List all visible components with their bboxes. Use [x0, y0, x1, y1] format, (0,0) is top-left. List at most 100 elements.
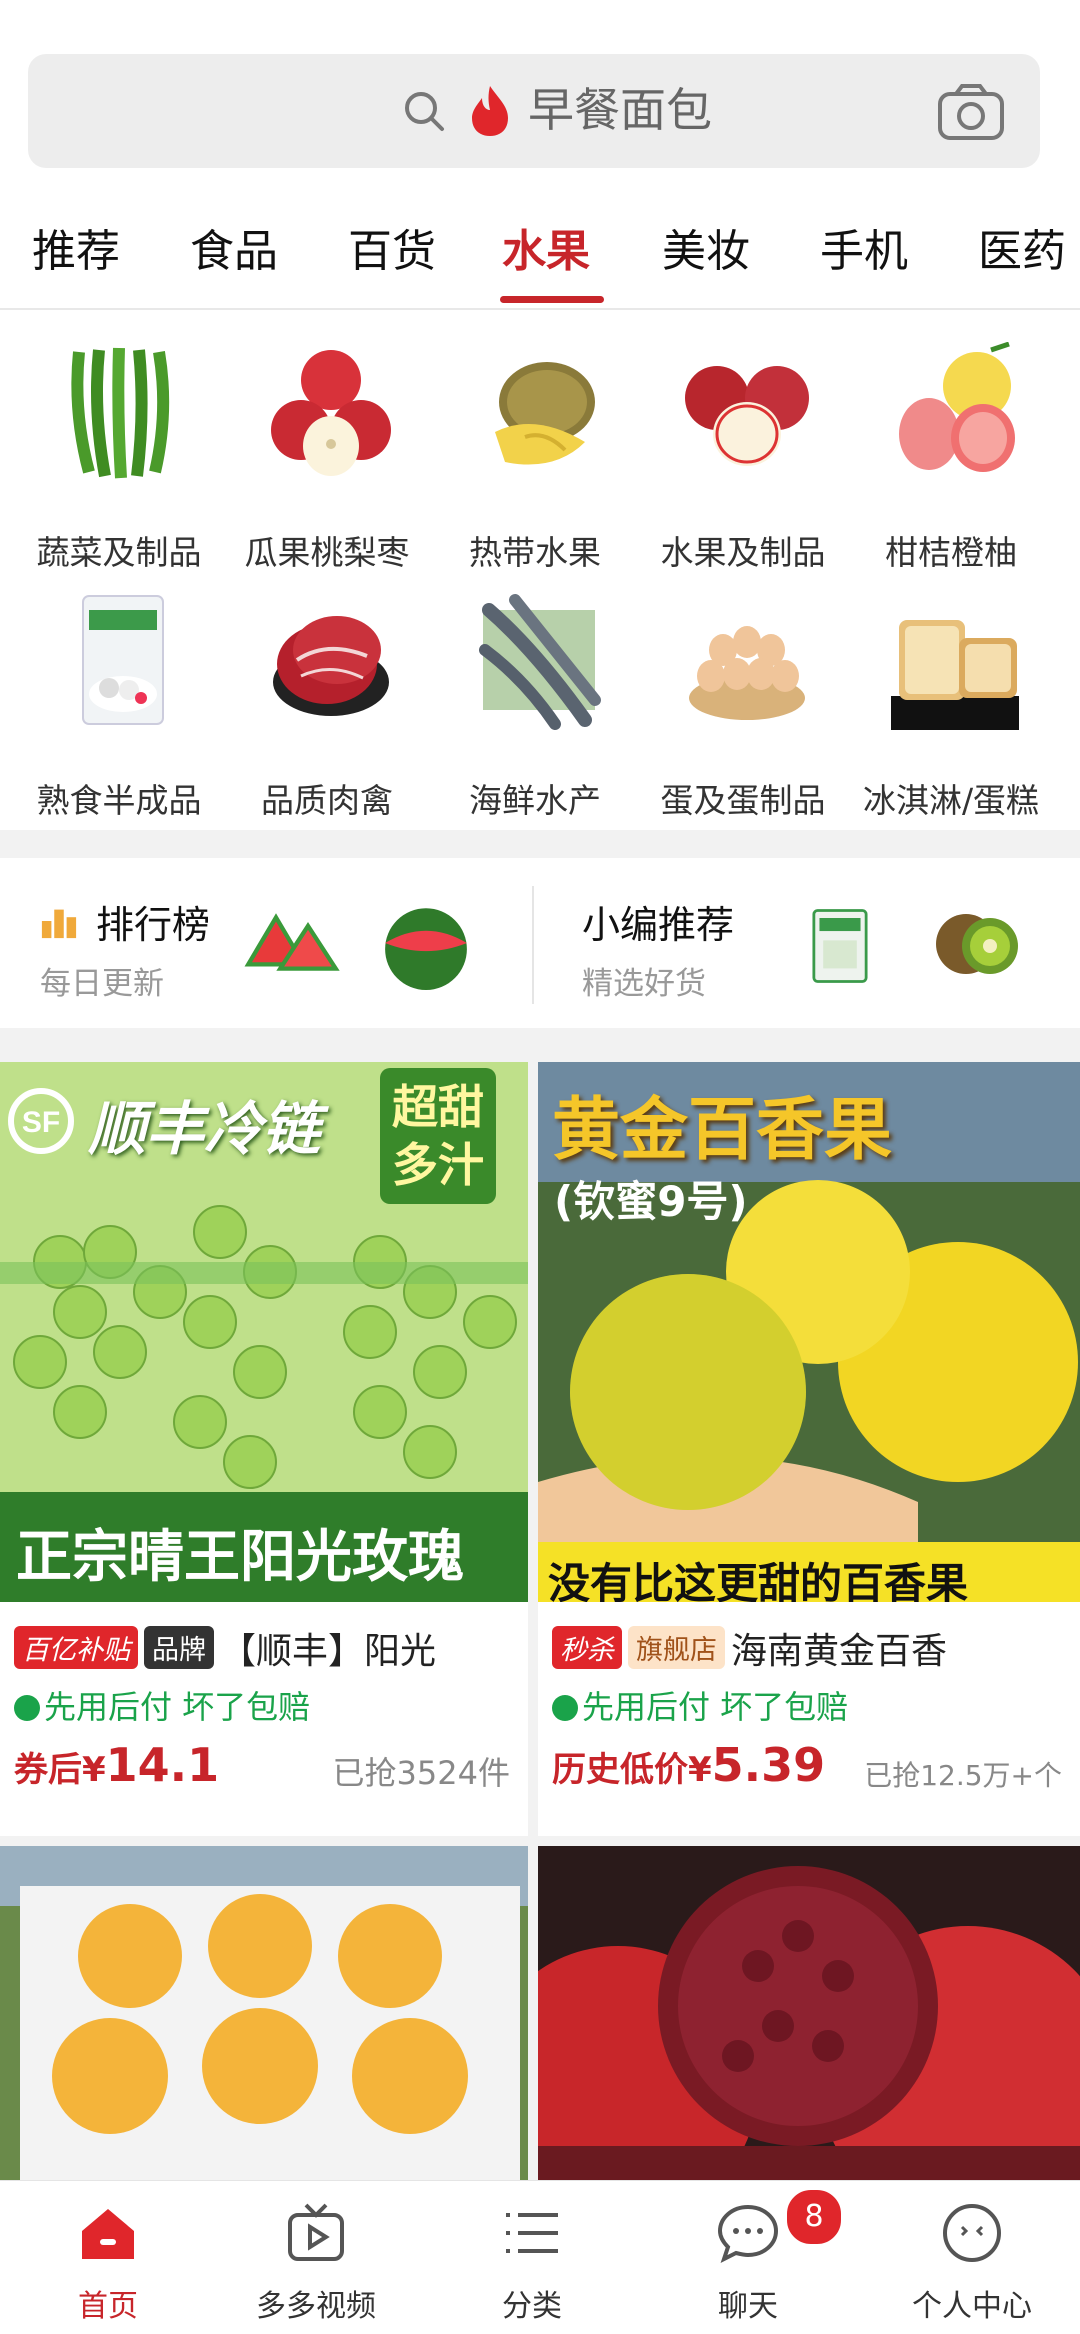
watermelon-slices-image: [244, 913, 340, 971]
category-item[interactable]: 海鲜水产: [430, 578, 640, 820]
product-meta: 先用后付 坏了包赔: [14, 1682, 310, 1728]
bread-icon: [891, 620, 1019, 730]
pomelo-icon: [899, 342, 1015, 472]
nav-home[interactable]: 首页: [0, 2181, 216, 2334]
tab-phone[interactable]: 手机: [820, 222, 908, 282]
beef-slice-icon: [273, 616, 389, 716]
category-label: 海鲜水产: [469, 781, 601, 820]
ranking-section: 排行榜 每日更新 小编推荐 精选好货: [0, 858, 1080, 1028]
nav-label: 聊天: [718, 2289, 778, 2324]
sf-logo-icon: SF: [8, 1088, 74, 1154]
banner-bottom-text: 正宗晴王阳光玫瑰: [16, 1525, 464, 1590]
nav-chat[interactable]: 8 聊天: [640, 2181, 856, 2334]
category-label: 冰淇淋/蛋糕: [862, 781, 1040, 820]
search-bar[interactable]: 早餐面包: [28, 54, 1040, 168]
tab-general[interactable]: 百货: [348, 222, 436, 282]
pomegranate-image: [538, 1846, 1080, 2180]
product-card[interactable]: [0, 1846, 528, 2180]
tab-beauty[interactable]: 美妆: [662, 222, 750, 282]
payment-guarantee-text: 先用后付 坏了包赔: [582, 1688, 849, 1726]
category-item[interactable]: 水果及制品: [638, 330, 848, 572]
peach-image: [0, 1846, 528, 2180]
product-title: 秒杀 旗舰店 海南黄金百香: [552, 1622, 1072, 1674]
category-item[interactable]: 蛋及蛋制品: [638, 578, 848, 820]
search-placeholder[interactable]: 早餐面包: [528, 78, 712, 142]
banner-subtitle: (钦蜜9号): [554, 1177, 748, 1226]
category-label: 蔬菜及制品: [36, 533, 202, 572]
banner-title: 顺丰冷链: [88, 1095, 321, 1163]
category-item[interactable]: 蔬菜及制品: [14, 330, 224, 572]
ranking-card[interactable]: 排行榜 每日更新: [0, 858, 530, 1028]
tab-medicine[interactable]: 医药: [978, 222, 1066, 282]
nav-label: 多多视频: [256, 2289, 376, 2324]
search-section: 早餐面包: [0, 0, 1080, 200]
fire-icon: [472, 86, 508, 136]
chat-icon: [717, 2204, 779, 2263]
apple-cut-icon: [685, 366, 809, 466]
category-item[interactable]: 柑桔橙柚: [846, 330, 1056, 572]
price-value: 5.39: [711, 1738, 826, 1792]
product-price: 历史低价¥5.39: [552, 1738, 825, 1792]
category-item[interactable]: 冰淇淋/蛋糕: [846, 578, 1056, 820]
payment-guarantee-text: 先用后付 坏了包赔: [44, 1688, 311, 1726]
editor-pick-card[interactable]: 小编推荐 精选好货: [540, 858, 1080, 1028]
category-item[interactable]: 瓜果桃梨枣: [222, 330, 432, 572]
category-label: 柑桔橙柚: [885, 533, 1017, 572]
category-grid: 蔬菜及制品 瓜果桃梨枣 热带水果 水果及制品 柑桔橙柚 熟食半成品 品质肉禽 海…: [0, 310, 1080, 830]
shield-check-icon: [14, 1695, 40, 1721]
active-tab-indicator: [500, 296, 604, 303]
banner-tag: 超甜多汁: [380, 1068, 496, 1204]
svg-text:SF: SF: [22, 1106, 60, 1139]
package-icon: [82, 595, 164, 725]
brand-badge: 品牌: [144, 1626, 214, 1669]
category-label: 热带水果: [469, 533, 601, 572]
bottom-nav: 首页 多多视频 分类 8 聊天 个人中心: [0, 2180, 1080, 2334]
sold-count: 已抢3524件: [332, 1754, 510, 1792]
nav-label: 首页: [78, 2289, 138, 2324]
camera-icon[interactable]: [936, 82, 1006, 142]
ranking-subtitle: 每日更新: [40, 966, 164, 1002]
product-card[interactable]: 黄金百香果 (钦蜜9号) 没有比这更甜的百香果 秒杀 旗舰店 海南黄金百香 先用后付…: [538, 1062, 1080, 1836]
category-tabs: 推荐 食品 百货 水果 美妆 手机 医药: [0, 200, 1080, 310]
nav-profile[interactable]: 个人中心: [864, 2181, 1080, 2334]
tab-fruit[interactable]: 水果: [502, 222, 590, 282]
subsidy-badge: 百亿补贴: [14, 1626, 138, 1669]
product-meta: 先用后付 坏了包赔: [552, 1682, 848, 1728]
price-value: 14.1: [105, 1738, 220, 1792]
category-item[interactable]: 熟食半成品: [14, 578, 224, 820]
green-beans-icon: [71, 347, 170, 479]
tab-recommend[interactable]: 推荐: [32, 222, 120, 282]
nav-video[interactable]: 多多视频: [208, 2181, 424, 2334]
category-label: 品质肉禽: [261, 781, 393, 820]
chat-unread-badge: 8: [784, 2187, 844, 2247]
product-pack-image: [812, 909, 868, 983]
category-item[interactable]: 品质肉禽: [222, 578, 432, 820]
banner-bottom-text: 没有比这更甜的百香果: [548, 1559, 969, 1602]
category-label: 水果及制品: [660, 533, 826, 572]
nav-category[interactable]: 分类: [424, 2181, 640, 2334]
shrimp-icon: [479, 594, 601, 730]
video-icon: [288, 2203, 344, 2261]
price-prefix: 券后¥: [14, 1750, 106, 1790]
product-image-grapes[interactable]: SF 顺丰冷链 超甜多汁 正宗晴王阳光玫瑰: [0, 1062, 528, 1602]
price-prefix: 历史低价¥: [552, 1750, 712, 1790]
home-icon: [82, 2209, 134, 2259]
product-card[interactable]: SF 顺丰冷链 超甜多汁 正宗晴王阳光玫瑰 百亿补贴 品牌 【顺丰】阳光 先用后付 …: [0, 1062, 528, 1836]
product-price: 券后¥14.1: [14, 1738, 219, 1792]
flash-sale-badge: 秒杀: [552, 1626, 622, 1669]
nav-label: 个人中心: [912, 2289, 1032, 2324]
nav-label: 分类: [502, 2289, 562, 2324]
flagship-badge: 旗舰店: [628, 1626, 725, 1669]
editor-pick-title: 小编推荐: [582, 903, 735, 947]
kiwi-image: [936, 914, 1018, 974]
category-item[interactable]: 热带水果: [430, 330, 640, 572]
product-title: 百亿补贴 品牌 【顺丰】阳光: [14, 1622, 524, 1674]
tab-food[interactable]: 食品: [190, 222, 278, 282]
category-label: 蛋及蛋制品: [660, 781, 826, 820]
product-card[interactable]: [538, 1846, 1080, 2180]
banner-title: 黄金百香果: [552, 1091, 893, 1170]
category-label: 熟食半成品: [36, 781, 202, 820]
eggs-icon: [689, 626, 805, 720]
bar-chart-icon: [41, 909, 77, 939]
product-image-passionfruit[interactable]: 黄金百香果 (钦蜜9号) 没有比这更甜的百香果: [538, 1062, 1080, 1602]
